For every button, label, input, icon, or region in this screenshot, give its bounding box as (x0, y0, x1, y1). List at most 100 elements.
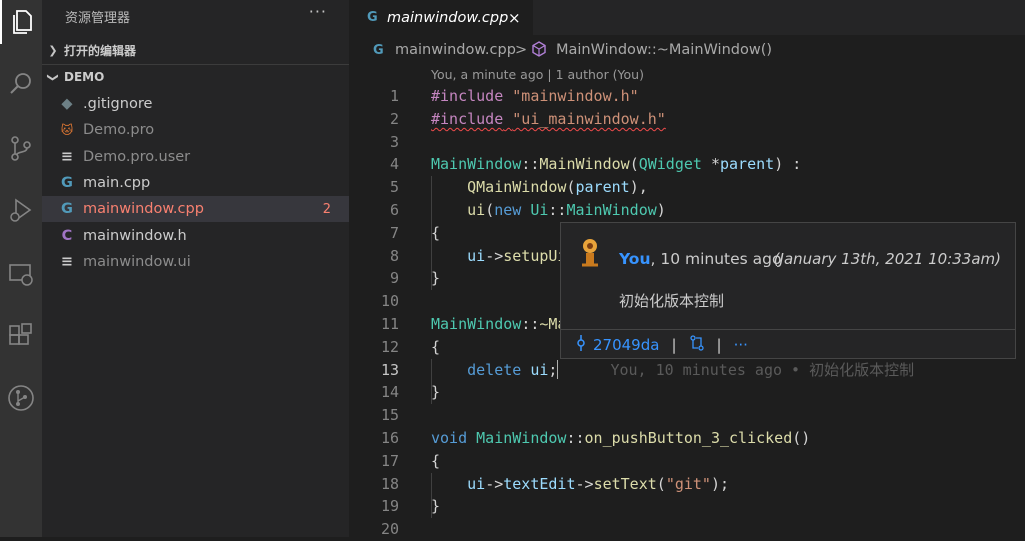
file-name: mainwindow.h (83, 227, 187, 244)
code-text: } (431, 495, 440, 518)
code-token: setText (593, 474, 657, 493)
code-token: void (431, 429, 468, 447)
line-number: 11 (380, 315, 399, 333)
indent-guide (431, 358, 432, 405)
code-line[interactable]: 6 ui(new Ui::MainWindow) (349, 199, 1025, 222)
code-token: { (431, 223, 441, 242)
code-line[interactable]: 19} (349, 495, 1025, 518)
more-actions-link[interactable]: ··· (734, 336, 748, 354)
avatar-icon (577, 235, 603, 273)
commit-sha-link[interactable]: 27049da (593, 336, 659, 354)
blame-actions: 27049da | | ··· (575, 335, 748, 355)
open-editors-label: 打开的编辑器 (64, 43, 137, 58)
code-token: * (701, 155, 720, 174)
file-item[interactable]: 🐱 Demo.pro (42, 117, 349, 143)
code-token: "ui_mainwindow.h" (512, 109, 666, 128)
code-text: #include "ui_mainwindow.h" (431, 108, 666, 131)
code-line[interactable]: 14} (349, 381, 1025, 404)
blame-author[interactable]: You (619, 250, 650, 268)
git-graph-icon[interactable] (0, 376, 42, 420)
code-line[interactable]: 3 (349, 131, 1025, 154)
codelens-blame[interactable]: You, a minute ago | 1 author (You) (431, 67, 644, 82)
file-name: Demo.pro.user (83, 148, 191, 165)
code-line[interactable]: 17 { (349, 450, 1025, 473)
run-debug-icon[interactable] (0, 188, 42, 232)
open-editors-section[interactable]: ❯ 打开的编辑器 (42, 39, 349, 61)
search-icon[interactable] (0, 62, 42, 106)
source-control-icon[interactable] (0, 126, 42, 170)
line-number: 6 (389, 201, 399, 219)
code-line[interactable]: 18 ui->textEdit->setText("git"); (349, 473, 1025, 496)
code-token: -> (485, 474, 504, 493)
code-line[interactable]: 2 #include "ui_mainwindow.h" (349, 108, 1025, 131)
file-name: .gitignore (83, 96, 153, 112)
blame-author-line: You, 10 minutes ago (619, 250, 781, 268)
line-number: 4 (389, 155, 399, 174)
code-token: :: (521, 315, 540, 333)
method-symbol-icon (531, 41, 547, 61)
file-name: main.cpp (83, 174, 151, 191)
breadcrumb-symbol[interactable]: MainWindow::~MainWindow() (556, 42, 772, 58)
code-line[interactable]: 13 delete ui; You, 10 minutes ago • 初始化版本… (349, 359, 1025, 382)
file-item[interactable]: Cmainwindow.h (42, 223, 349, 249)
tab-mainwindow-cpp[interactable]: G mainwindow.cpp × (349, 0, 533, 35)
file-item[interactable]: ≡ mainwindow.ui (42, 249, 349, 275)
close-icon[interactable]: × (508, 9, 521, 27)
code-line[interactable]: 16 void MainWindow::on_pushButton_3_click… (349, 427, 1025, 450)
code-token: ( (566, 178, 576, 197)
commit-message: 初始化版本控制 (619, 292, 725, 310)
indent-guide (431, 244, 432, 291)
chevron-down-icon: ❯ (46, 72, 60, 82)
code-token: ui (467, 201, 486, 219)
explorer-title: 资源管理器 (65, 11, 131, 26)
line-number: 16 (380, 429, 399, 447)
inline-blame-annotation: You, 10 minutes ago • 初始化版本控制 (610, 360, 915, 379)
code-text: } (431, 381, 440, 404)
code-token: MainWindow (539, 155, 630, 174)
line-number: 9 (389, 269, 399, 288)
breadcrumb-file[interactable]: mainwindow.cpp (395, 42, 516, 58)
line-number: 14 (380, 383, 399, 402)
folder-section-demo[interactable]: ❯ DEMO (42, 66, 349, 88)
problem-count-badge: 2 (322, 201, 331, 217)
editor-tabs: G mainwindow.cpp × (349, 0, 1025, 35)
activity-bar (0, 0, 42, 537)
file-item[interactable]: ◆ .gitignore (42, 91, 349, 117)
code-token: ( (485, 201, 495, 219)
commit-icon (575, 335, 587, 355)
code-token: setupUi (503, 246, 567, 265)
code-token: delete (467, 360, 522, 379)
code-line[interactable]: 4 MainWindow::MainWindow(QWidget *parent)… (349, 153, 1025, 176)
code-line[interactable]: 20 (349, 518, 1025, 541)
code-token: ui (530, 360, 549, 379)
code-line[interactable]: 5 QMainWindow(parent), (349, 176, 1025, 199)
code-text: ui(new Ui::MainWindow) (431, 199, 666, 222)
hover-divider (561, 329, 1015, 330)
code-token: () (792, 429, 811, 447)
compare-changes-icon[interactable] (689, 335, 705, 355)
explorer-icon[interactable] (0, 0, 42, 44)
file-item[interactable]: ≡ Demo.pro.user (42, 144, 349, 170)
file-type-icon: ≡ (60, 148, 74, 165)
line-number: 13 (380, 360, 399, 379)
line-number: 17 (380, 451, 399, 470)
more-actions-icon[interactable]: ··· (309, 2, 327, 21)
code-token: :: (548, 201, 567, 219)
line-number: 7 (389, 223, 399, 242)
file-item[interactable]: Gmain.cpp (42, 170, 349, 196)
code-token: parent (575, 178, 630, 197)
code-line[interactable]: 1 #include "mainwindow.h" (349, 85, 1025, 108)
cpp-file-icon: G (373, 42, 384, 58)
code-line[interactable]: 15 (349, 404, 1025, 427)
code-token: Ui (530, 201, 549, 219)
file-type-icon: 🐱 (60, 123, 74, 138)
breadcrumb-separator: > (515, 42, 528, 58)
code-text: #include "mainwindow.h" (431, 85, 639, 108)
line-number: 3 (389, 132, 399, 151)
file-item[interactable]: Gmainwindow.cpp 2 (42, 196, 349, 223)
remote-explorer-icon[interactable] (0, 252, 42, 296)
extensions-icon[interactable] (0, 314, 42, 358)
